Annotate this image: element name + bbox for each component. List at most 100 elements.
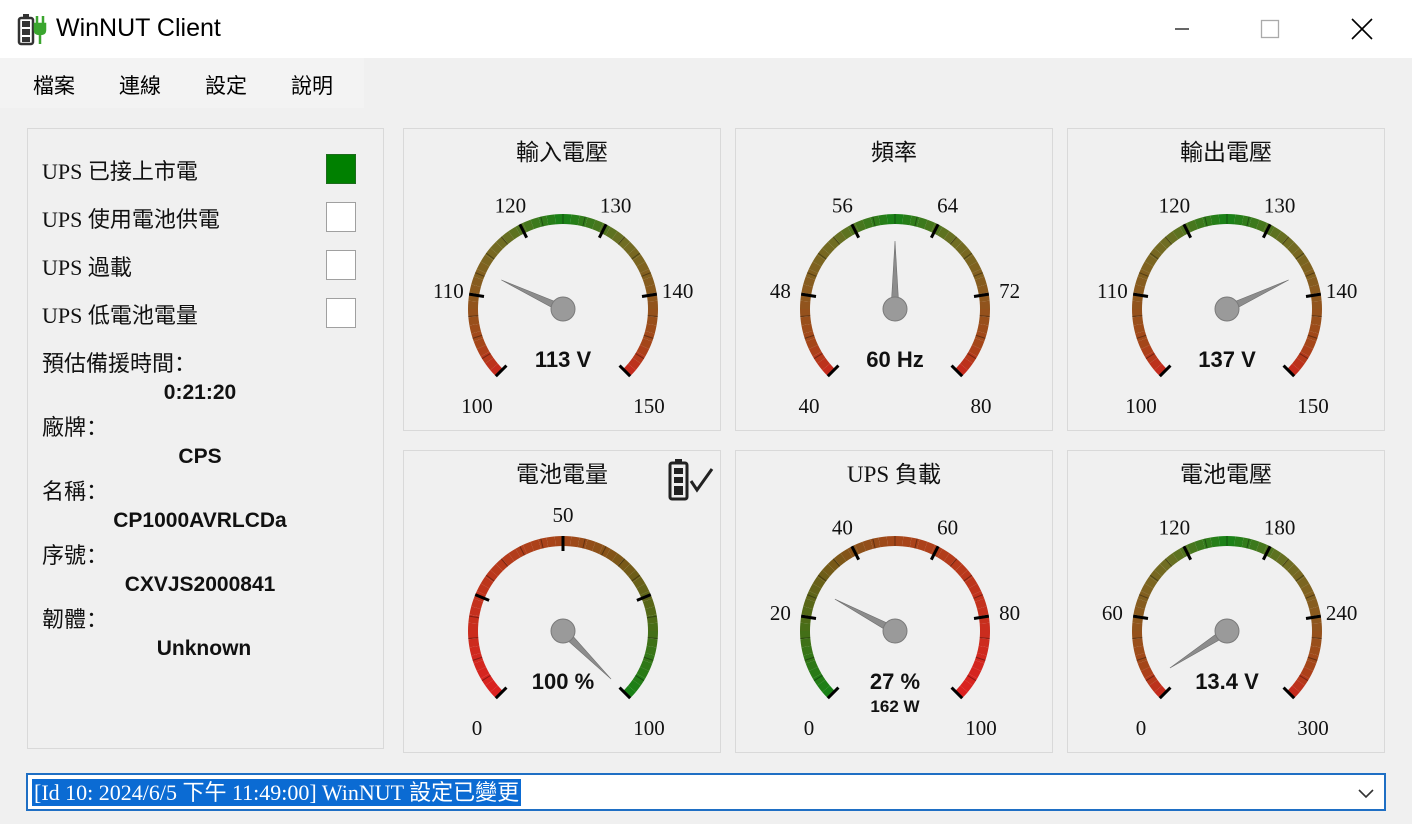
gauge-tick-label: 72 <box>999 279 1020 303</box>
menu-settings[interactable]: 設定 <box>205 70 247 100</box>
gauge-arc-segment <box>1135 598 1148 610</box>
gauge-arc-segment <box>538 215 549 227</box>
gauge-tick-label: 180 <box>1264 516 1296 540</box>
gauge-arc-segment <box>960 357 973 371</box>
gauge-title: 輸入電壓 <box>516 140 608 165</box>
gauge-tick-label: 120 <box>1159 194 1191 218</box>
gauge-arc-segment <box>476 261 490 274</box>
gauge-tick-label: 0 <box>1136 716 1147 740</box>
gauge-arc-segment <box>1269 226 1282 240</box>
firmware-value: Unknown <box>156 637 252 660</box>
gauge-arc-segment <box>645 284 657 295</box>
close-button[interactable] <box>1316 0 1408 58</box>
minimize-button[interactable] <box>1136 0 1228 58</box>
gauge-arc-segment <box>878 536 888 548</box>
gauge-arc-segment <box>1309 606 1321 617</box>
gauge-tick-label: 56 <box>832 194 853 218</box>
gauge-arc-segment <box>1292 357 1305 371</box>
gauge-arc-segment <box>808 583 822 596</box>
gauge-arc-segment <box>1132 316 1144 326</box>
gauge-arc-segment <box>1154 241 1167 255</box>
gauge-arc-segment <box>1194 217 1206 230</box>
gauge-output-voltage: 100 110 120 130 140 150 137 V 輸出電壓 <box>1067 128 1385 431</box>
gauge-arc-segment <box>977 606 989 617</box>
menu-file[interactable]: 檔案 <box>33 70 75 100</box>
gauge-arc-segment <box>916 539 928 552</box>
gauge-arc-segment <box>862 539 874 552</box>
gauge-arc-segment <box>508 226 521 240</box>
gauge-sub-readout: 162 W <box>870 697 920 716</box>
gauge-arc-segment <box>1296 576 1310 589</box>
gauge-arc-segment <box>1135 276 1148 288</box>
serial-label: 序號： <box>42 543 109 568</box>
gauge-arc-segment <box>1248 217 1260 230</box>
gauge-arc-segment <box>636 583 650 596</box>
gauge-arc-segment <box>833 231 847 244</box>
gauge-arc-segment <box>803 330 816 342</box>
name-label: 名稱： <box>42 479 109 504</box>
chevron-down-icon[interactable] <box>1356 783 1376 803</box>
gauge-arc-segment <box>1300 261 1314 274</box>
gauge-arc-segment <box>968 583 982 596</box>
gauge-arc-segment <box>854 541 866 554</box>
gauge-arc-segment <box>1140 583 1154 596</box>
gauge-arc-segment <box>964 576 978 589</box>
gauge-arc-segment <box>645 606 657 617</box>
gauge-arc-segment <box>964 254 978 267</box>
maximize-button[interactable] <box>1224 0 1316 58</box>
gauge-hub <box>550 296 576 322</box>
runtime-label: 預估備援時間： <box>42 351 197 376</box>
gauge-arc-segment <box>485 357 498 371</box>
gauge-arc-segment <box>632 254 646 267</box>
gauge-arc-segment <box>902 536 912 548</box>
gauge-arc-segment <box>646 638 658 648</box>
name-value: CP1000AVRLCDa <box>113 509 287 532</box>
gauge-arc-segment <box>840 226 853 240</box>
status-online-label: UPS 已接上市電 <box>42 159 198 184</box>
gauge-arc-segment <box>1241 215 1252 227</box>
menu-help[interactable]: 說明 <box>291 70 333 100</box>
gauge-arc-segment <box>476 583 490 596</box>
gauge-arc-segment <box>642 598 655 610</box>
gauge-hub <box>882 296 908 322</box>
gauge-arc-segment <box>469 323 481 334</box>
gauge-arc-segment <box>530 217 542 230</box>
gauge-arc-segment <box>1186 219 1198 232</box>
menu-connection[interactable]: 連線 <box>119 70 161 100</box>
gauge-arc-segment <box>605 548 618 562</box>
gauge-tick-label: 48 <box>770 279 791 303</box>
gauge-arc-segment <box>592 541 604 554</box>
gauge-arc-segment <box>968 261 982 274</box>
gauge-arc-segment <box>1140 666 1154 679</box>
gauge-arc-segment <box>1132 638 1144 648</box>
gauge-arc-segment <box>870 215 881 227</box>
event-log-combobox[interactable]: [Id 10: 2024/6/5 下午 11:49:00] WinNUT 設定已… <box>26 773 1386 811</box>
gauge-tick-label: 100 <box>965 716 997 740</box>
gauge-arc-segment <box>636 666 650 679</box>
gauge-arc-segment <box>924 219 936 232</box>
gauge-arc-segment <box>808 666 822 679</box>
gauge-arc-segment <box>1137 660 1150 672</box>
gauge-arc-segment <box>943 553 957 566</box>
gauge-arc-segment <box>468 638 480 648</box>
gauge-hub <box>1214 618 1240 644</box>
runtime-value: 0:21:20 <box>163 381 237 404</box>
gauge-arc-segment <box>469 284 481 295</box>
firmware-label: 韌體： <box>42 607 109 632</box>
gauge-arc-segment <box>469 645 481 656</box>
gauge-arc-segment <box>833 553 847 566</box>
brand-label: 廠牌： <box>42 415 109 440</box>
gauge-tick-label: 50 <box>553 503 574 527</box>
gauge-arc-segment <box>538 537 549 549</box>
gauge-tick-label: 40 <box>832 516 853 540</box>
gauge-arc-segment <box>1296 254 1310 267</box>
gauge-arc-segment <box>822 241 835 255</box>
gauge-arc-segment <box>473 338 486 350</box>
gauge-tick-label: 40 <box>799 394 820 418</box>
gauge-dial: 40 48 56 64 72 80 60 Hz <box>770 194 1020 418</box>
gauge-arc-segment <box>1133 645 1145 656</box>
gauge-arc-segment <box>1149 679 1162 693</box>
gauge-arc-segment <box>808 344 822 357</box>
gauge-arc-segment <box>1306 276 1319 288</box>
gauge-tick-label: 300 <box>1297 716 1329 740</box>
